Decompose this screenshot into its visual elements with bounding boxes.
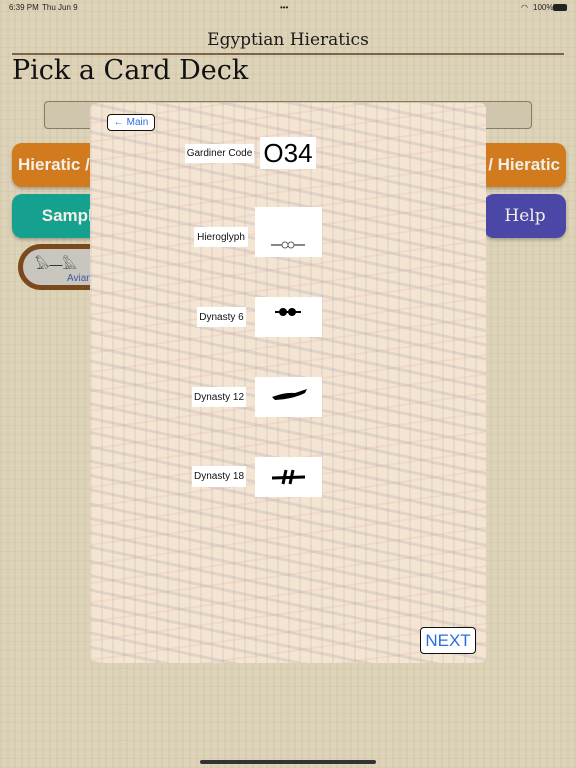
dynasty-18-label: Dynasty 18 bbox=[192, 466, 246, 487]
gardiner-code-value: O34 bbox=[260, 137, 316, 169]
bird-hieroglyph-icon: 𓅃—𓅓 bbox=[35, 257, 77, 272]
arrow-left-icon: ← bbox=[113, 117, 124, 128]
dynasty-18-glyph-icon bbox=[271, 469, 306, 485]
battery-level: 100% bbox=[533, 3, 554, 12]
status-time: 6:39 PM bbox=[9, 3, 39, 12]
dynasty-6-glyph-icon bbox=[275, 308, 301, 316]
hieroglyph-image bbox=[255, 207, 322, 257]
gardiner-code-label: Gardiner Code bbox=[185, 144, 254, 163]
dynasty-6-label: Dynasty 6 bbox=[197, 307, 246, 327]
next-button[interactable]: NEXT bbox=[420, 627, 476, 654]
app-title: Egyptian Hieratics bbox=[207, 30, 369, 50]
wifi-icon: ◠ bbox=[521, 3, 528, 12]
card-modal: ← Main Gardiner Code O34 Hieroglyph Dynas… bbox=[90, 103, 486, 663]
dynasty-6-image bbox=[255, 297, 322, 337]
deck-label: Avian bbox=[67, 273, 92, 284]
back-to-main-button[interactable]: ← Main bbox=[107, 114, 155, 131]
back-label: Main bbox=[126, 117, 149, 128]
hieroglyph-label: Hieroglyph bbox=[194, 227, 248, 247]
help-button[interactable]: Help bbox=[484, 194, 566, 238]
dynasty-12-label: Dynasty 12 bbox=[192, 387, 246, 407]
dynasty-12-glyph-icon bbox=[272, 389, 307, 400]
battery-icon bbox=[553, 4, 567, 11]
dynasty-18-image bbox=[255, 457, 322, 497]
multitask-dots-icon[interactable]: ••• bbox=[280, 3, 288, 12]
hieroglyph-o34-icon bbox=[271, 241, 305, 249]
status-date: Thu Jun 9 bbox=[42, 3, 78, 12]
home-indicator[interactable] bbox=[200, 760, 376, 764]
page-heading: Pick a Card Deck bbox=[12, 55, 249, 86]
dynasty-12-image bbox=[255, 377, 322, 417]
